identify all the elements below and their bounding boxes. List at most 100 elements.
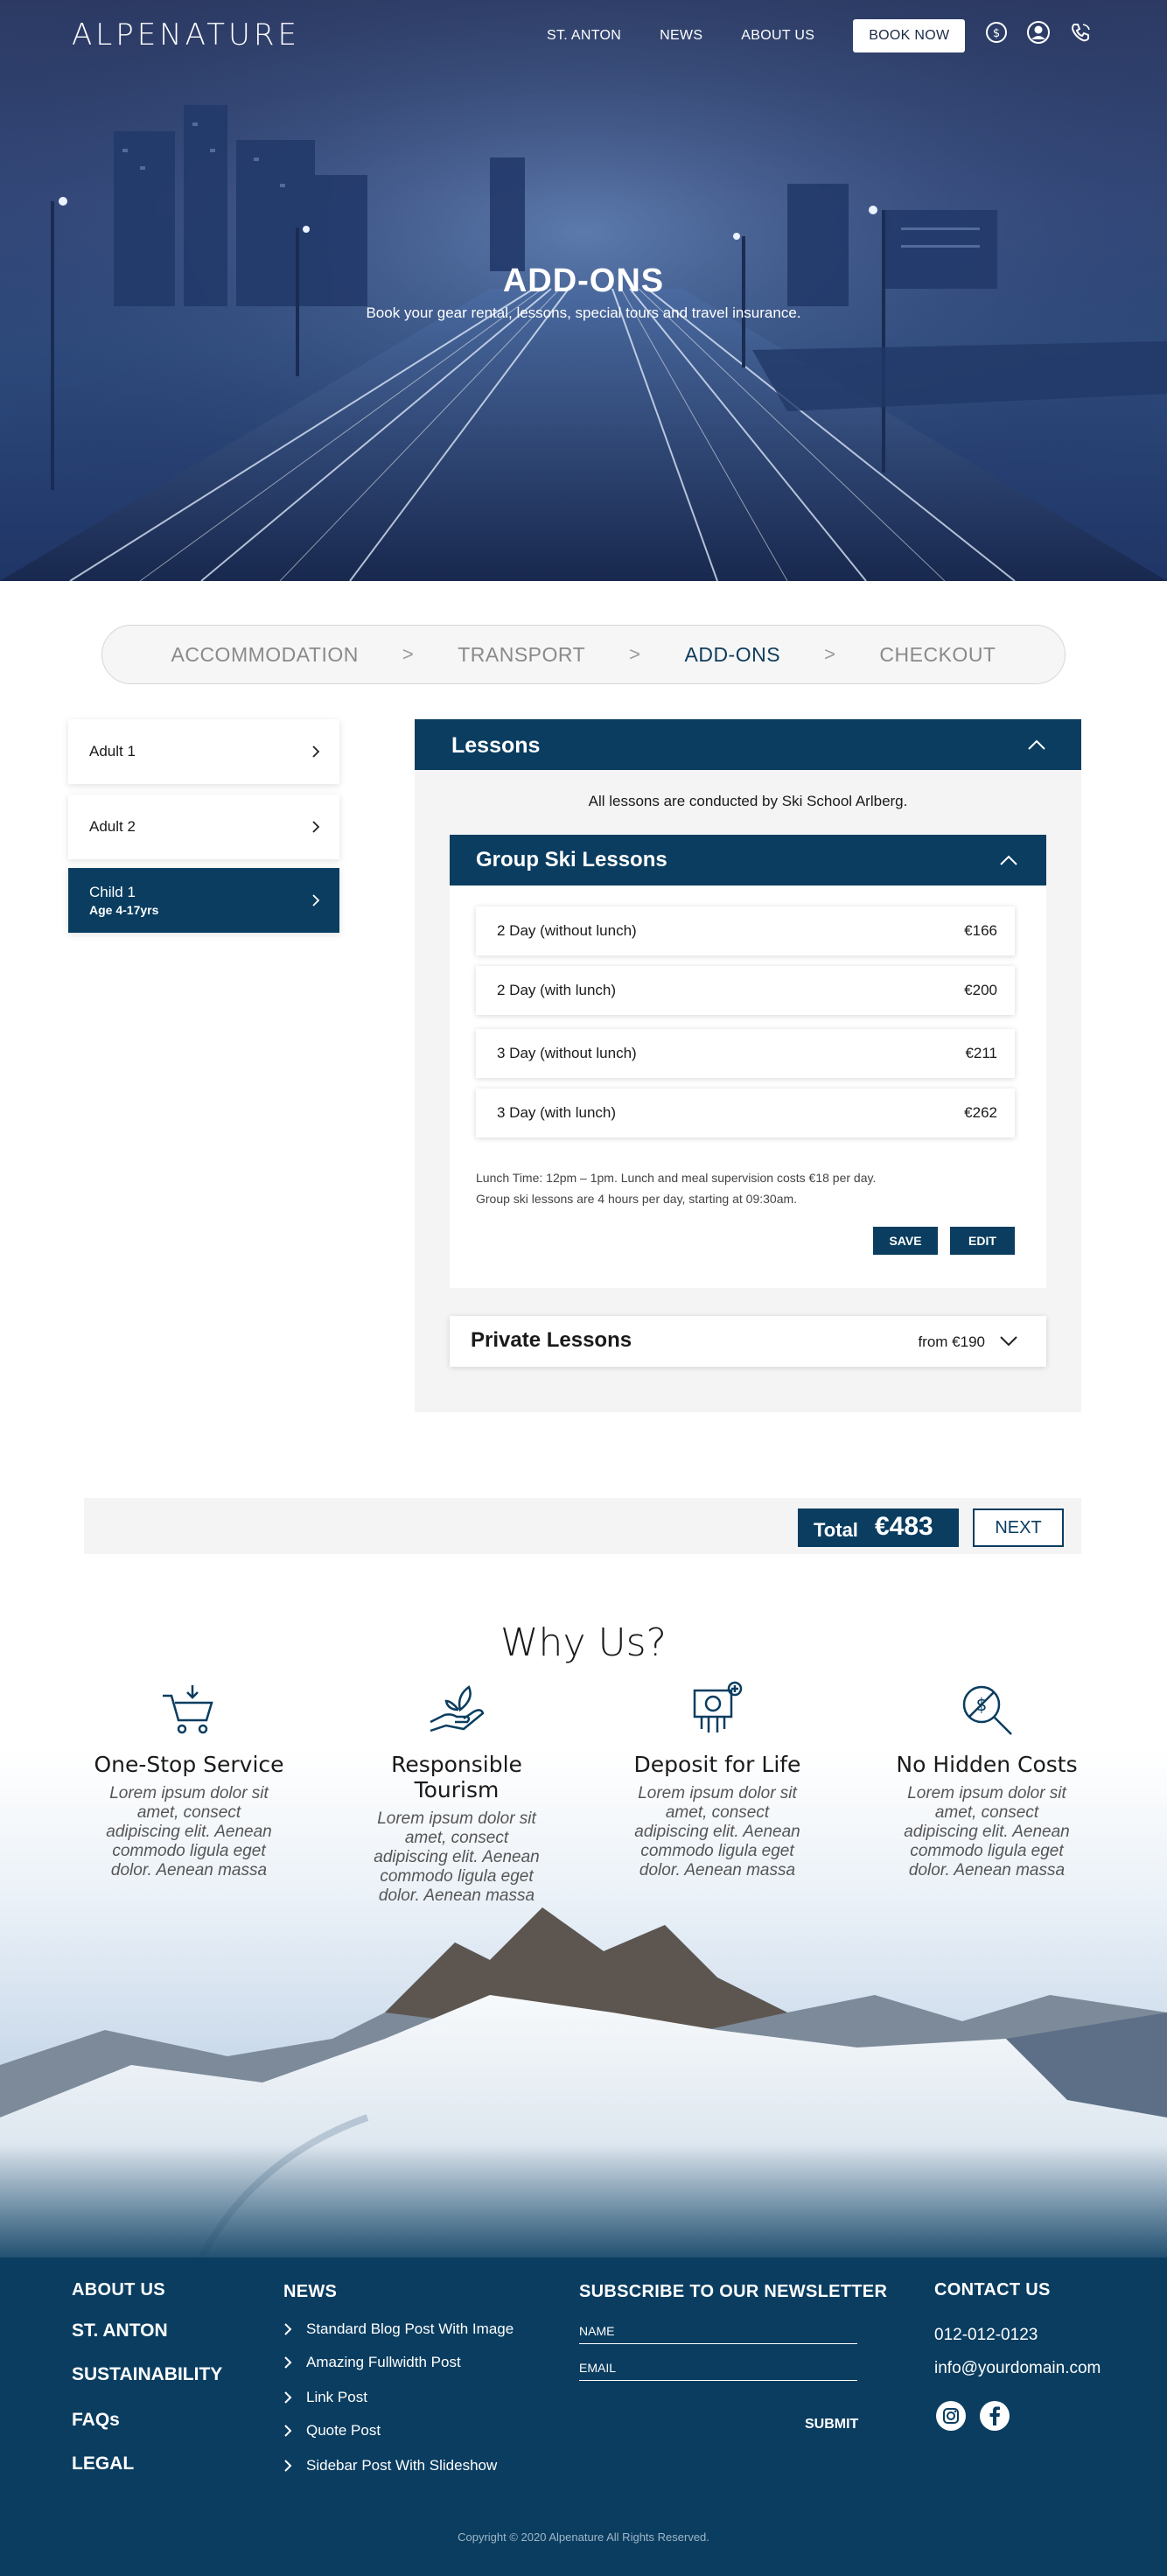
- step-checkout[interactable]: CHECKOUT: [879, 643, 996, 667]
- feature-title: One-Stop Service: [94, 1752, 284, 1777]
- lesson-option-name: 3 Day (without lunch): [497, 1045, 637, 1061]
- lesson-option-price: €262: [964, 1104, 997, 1121]
- news-link: Standard Blog Post With Image: [306, 2320, 514, 2337]
- private-lessons-price: from €190: [918, 1334, 985, 1350]
- nav-link-news[interactable]: NEWS: [660, 28, 702, 44]
- money-deposit-icon: [693, 1681, 743, 1732]
- edit-button[interactable]: EDIT: [950, 1227, 1015, 1255]
- step-transport[interactable]: TRANSPORT: [458, 643, 585, 667]
- save-button[interactable]: SAVE: [873, 1227, 938, 1255]
- group-lessons-header[interactable]: Group Ski Lessons: [450, 835, 1046, 886]
- lesson-option[interactable]: 2 Day (without lunch) €166: [476, 906, 1015, 956]
- phone-icon[interactable]: [1067, 19, 1094, 46]
- feature-title: Responsible Tourism: [391, 1752, 522, 1802]
- book-now-button[interactable]: BOOK NOW: [853, 19, 966, 52]
- news-link: Sidebar Post With Slideshow: [306, 2457, 498, 2474]
- chevron-right-icon: [284, 2425, 292, 2437]
- total-value: €483: [875, 1512, 933, 1541]
- step-separator: >: [824, 643, 836, 665]
- svg-text:$: $: [976, 1694, 988, 1715]
- footer-link-faqs[interactable]: FAQs: [72, 2410, 120, 2431]
- copyright: Copyright © 2020 Alpenature All Rights R…: [458, 2530, 709, 2544]
- traveller-age: Age 4-17yrs: [89, 903, 159, 917]
- chevron-right-icon: [284, 2323, 292, 2335]
- next-button[interactable]: NEXT: [973, 1508, 1064, 1547]
- footer-link-sustainability[interactable]: SUSTAINABILITY: [72, 2364, 222, 2385]
- header-icons: $: [983, 19, 1094, 46]
- chevron-right-icon: [284, 2460, 292, 2472]
- newsletter-name-field[interactable]: NAME: [579, 2324, 857, 2344]
- facebook-icon[interactable]: [978, 2399, 1011, 2432]
- total-bar: Total €483 NEXT: [84, 1498, 1081, 1554]
- lesson-option-name: 2 Day (with lunch): [497, 982, 617, 998]
- news-link: Link Post: [306, 2389, 367, 2405]
- nav-link-about-us[interactable]: ABOUT US: [741, 28, 814, 44]
- traveller-name: Adult 2: [89, 818, 136, 835]
- footer-news-item[interactable]: Standard Blog Post With Image: [283, 2320, 514, 2338]
- lesson-option[interactable]: 3 Day (without lunch) €211: [476, 1029, 1015, 1078]
- footer-news-item[interactable]: Quote Post: [283, 2422, 381, 2440]
- total-box: Total €483: [798, 1508, 959, 1547]
- hand-leaf-icon: [430, 1685, 485, 1732]
- contact-phone[interactable]: 012-012-0123: [934, 2326, 1038, 2345]
- footer-news-item[interactable]: Sidebar Post With Slideshow: [283, 2457, 497, 2474]
- feature-text: Lorem ipsum dolor sit amet, consect adip…: [106, 1784, 272, 1880]
- lesson-option-name: 3 Day (with lunch): [497, 1104, 617, 1121]
- currency-exchange-icon[interactable]: $: [983, 19, 1010, 46]
- private-lessons[interactable]: Private Lessons from €190: [450, 1316, 1046, 1367]
- contact-email[interactable]: info@yourdomain.com: [934, 2359, 1101, 2378]
- lessons-header[interactable]: Lessons: [415, 719, 1081, 770]
- nav-link-st-anton[interactable]: ST. ANTON: [547, 28, 621, 44]
- newsletter-email-field[interactable]: EMAIL: [579, 2361, 857, 2381]
- step-accommodation[interactable]: ACCOMMODATION: [171, 643, 359, 667]
- cart-icon: [163, 1685, 213, 1734]
- instagram-icon[interactable]: [934, 2399, 968, 2432]
- step-separator: >: [629, 643, 641, 665]
- private-lessons-title: Private Lessons: [471, 1328, 632, 1352]
- contact-title: CONTACT US: [934, 2280, 1051, 2300]
- traveller-name: Child 1: [89, 884, 136, 900]
- footer-news-item[interactable]: Amazing Fullwidth Post: [283, 2354, 461, 2371]
- footer-news-item[interactable]: Link Post: [283, 2389, 367, 2406]
- page-title: ADD-ONS: [502, 262, 665, 299]
- hero-banner: ALPENATURE ST. ANTON NEWS ABOUT US BOOK …: [0, 0, 1167, 581]
- footer-link-legal[interactable]: LEGAL: [72, 2454, 134, 2474]
- feature-text: Lorem ipsum dolor sit amet, consect adip…: [904, 1784, 1070, 1880]
- traveller-adult-2[interactable]: Adult 2: [68, 794, 339, 859]
- feature-text: Lorem ipsum dolor sit amet, consect adip…: [374, 1810, 540, 1905]
- group-lessons-title: Group Ski Lessons: [476, 848, 667, 872]
- group-ski-lessons: Group Ski Lessons 2 Day (without lunch) …: [450, 835, 1046, 1288]
- chevron-right-icon: [312, 746, 320, 758]
- why-us-title: Why Us?: [500, 1620, 667, 1665]
- lesson-option[interactable]: 2 Day (with lunch) €200: [476, 966, 1015, 1015]
- chevron-right-icon: [284, 2356, 292, 2369]
- newsletter-submit-button[interactable]: SUBMIT: [805, 2417, 858, 2432]
- footer-news-title: NEWS: [283, 2282, 338, 2301]
- chevron-down-icon[interactable]: [999, 1335, 1018, 1348]
- traveller-name: Adult 1: [89, 743, 136, 760]
- traveller-child-1[interactable]: Child 1 Age 4-17yrs: [68, 868, 339, 933]
- feature-title: No Hidden Costs: [896, 1752, 1078, 1777]
- lesson-option-price: €200: [964, 982, 997, 998]
- brand-logo[interactable]: ALPENATURE: [72, 18, 300, 52]
- feature-deposit-for-life: Deposit for Life Lorem ipsum dolor sit a…: [612, 1678, 822, 1880]
- lunch-time-note: Lunch Time: 12pm – 1pm. Lunch and meal s…: [476, 1171, 877, 1185]
- chevron-right-icon: [312, 894, 320, 906]
- footer-link-about-us[interactable]: ABOUT US: [72, 2280, 165, 2300]
- chevron-up-icon[interactable]: [999, 854, 1018, 866]
- feature-responsible-tourism: Responsible Tourism Lorem ipsum dolor si…: [352, 1678, 562, 1906]
- traveller-adult-1[interactable]: Adult 1: [68, 719, 339, 784]
- booking-steps: ACCOMMODATION > TRANSPORT > ADD-ONS > CH…: [101, 625, 1066, 684]
- footer-link-st-anton[interactable]: ST. ANTON: [72, 2320, 168, 2342]
- news-link: Amazing Fullwidth Post: [306, 2354, 461, 2370]
- step-add-ons[interactable]: ADD-ONS: [685, 643, 781, 667]
- main-nav: ST. ANTON NEWS ABOUT US BOOK NOW: [547, 19, 996, 52]
- feature-text: Lorem ipsum dolor sit amet, consect adip…: [634, 1784, 800, 1880]
- chevron-up-icon[interactable]: [1027, 738, 1046, 751]
- user-icon[interactable]: [1025, 19, 1052, 46]
- lesson-hours-note: Group ski lessons are 4 hours per day, s…: [476, 1192, 798, 1206]
- total-label: Total: [814, 1519, 858, 1541]
- lesson-option[interactable]: 3 Day (with lunch) €262: [476, 1088, 1015, 1138]
- chevron-right-icon: [284, 2391, 292, 2404]
- lesson-option-name: 2 Day (without lunch): [497, 922, 637, 939]
